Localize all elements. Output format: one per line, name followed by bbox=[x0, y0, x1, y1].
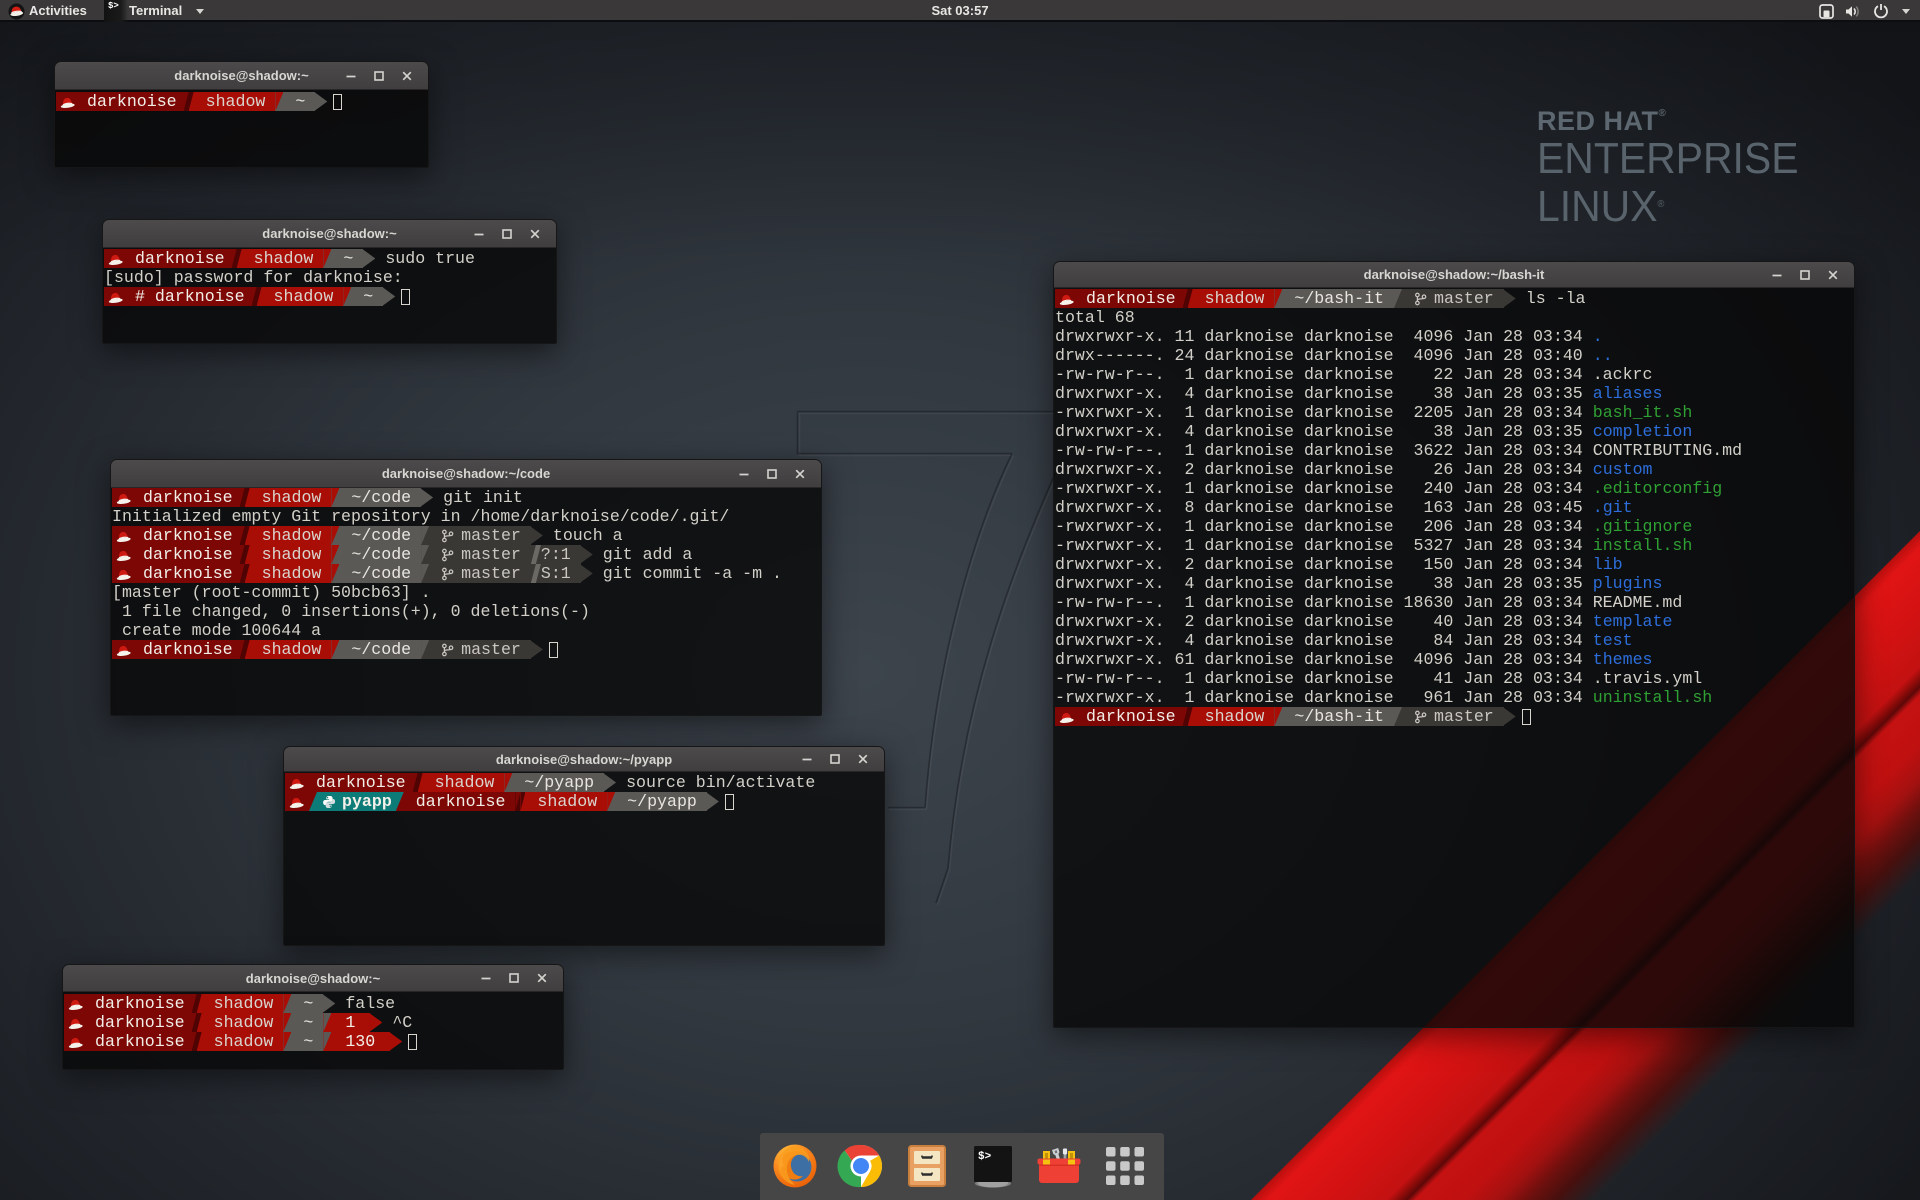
svg-text:$>: $> bbox=[978, 1151, 992, 1163]
